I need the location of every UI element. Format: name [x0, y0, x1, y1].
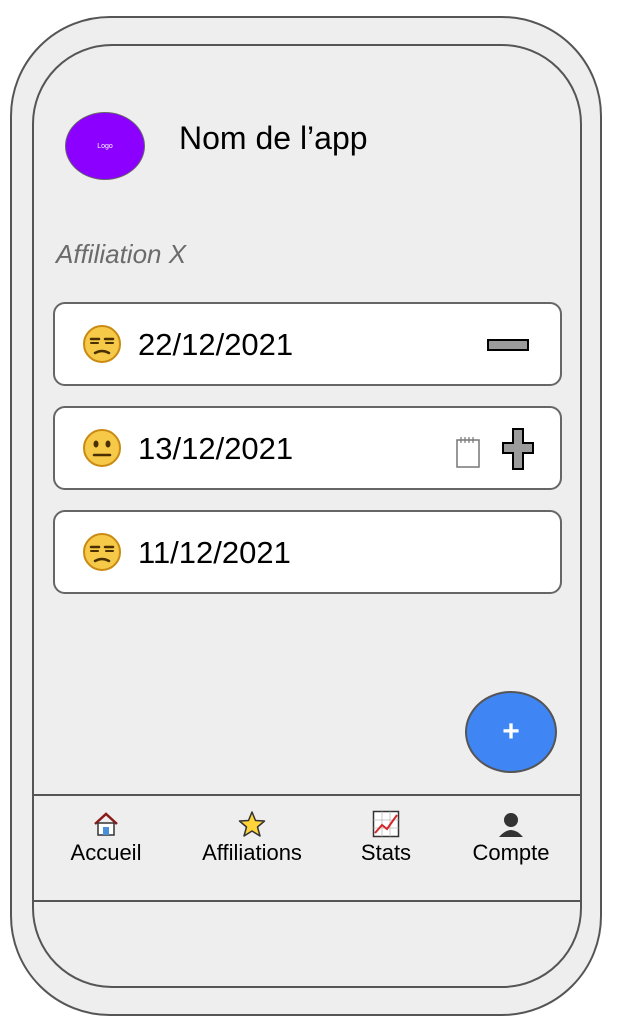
chart-icon	[372, 810, 400, 838]
nav-item-accueil[interactable]: Accueil	[60, 810, 152, 866]
nav-top-divider	[33, 794, 581, 796]
entry-card[interactable]: 22/12/2021	[53, 302, 562, 386]
entry-card[interactable]: 13/12/2021	[53, 406, 562, 490]
nav-label: Accueil	[70, 840, 142, 865]
unamused-face-icon	[83, 533, 121, 571]
minus-button[interactable]	[487, 339, 529, 351]
nav-label: Compte	[472, 840, 550, 865]
add-entry-label: +	[502, 715, 520, 748]
logo-text: Logo	[97, 142, 113, 150]
entry-date: 13/12/2021	[138, 431, 294, 466]
neutral-face-icon	[83, 429, 121, 467]
unamused-face-icon	[83, 325, 121, 363]
add-entry-button[interactable]: +	[465, 691, 557, 773]
entry-date: 11/12/2021	[138, 535, 291, 570]
nav-item-affiliations[interactable]: Affiliations	[190, 810, 314, 866]
nav-item-compte[interactable]: Compte	[462, 810, 560, 866]
nav-label: Affiliations	[202, 840, 302, 865]
user-icon	[499, 813, 523, 837]
notepad-icon[interactable]	[456, 436, 480, 468]
nav-label: Stats	[360, 840, 412, 865]
entry-card[interactable]: 11/12/2021	[53, 510, 562, 594]
nav-item-stats[interactable]: Stats	[352, 810, 420, 866]
plus-button[interactable]	[501, 427, 535, 471]
star-icon	[238, 811, 266, 837]
entry-date: 22/12/2021	[138, 327, 294, 362]
house-icon	[94, 812, 118, 836]
app-logo: Logo	[65, 112, 145, 180]
nav-bottom-divider	[33, 900, 581, 902]
app-title: Nom de l’app	[179, 120, 368, 156]
section-title: Affiliation X	[56, 239, 187, 269]
